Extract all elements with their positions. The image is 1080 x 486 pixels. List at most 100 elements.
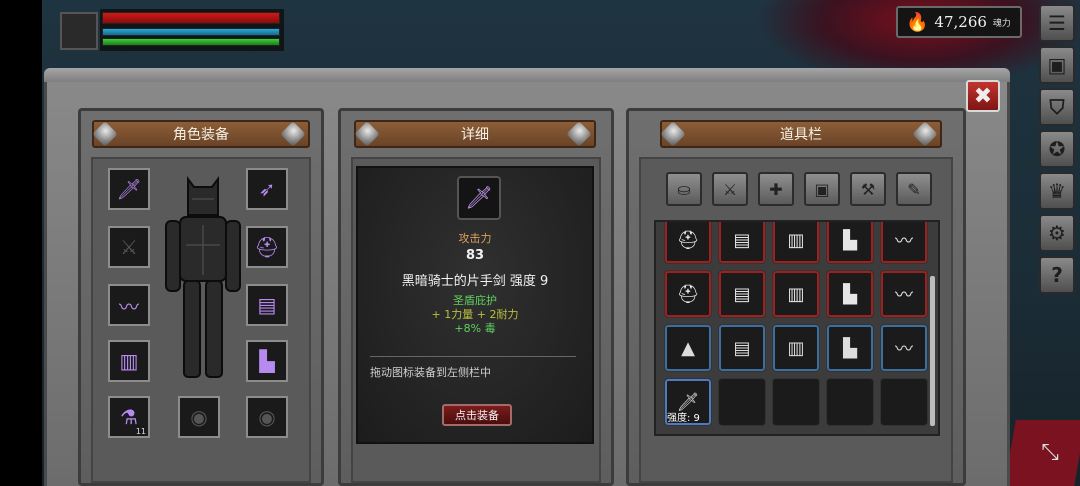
inventory-slot[interactable]: ▥ — [772, 324, 820, 372]
equipped-bow-slot[interactable]: ➶ — [246, 168, 288, 210]
filter-weapons-icon: ⚔ — [722, 179, 738, 199]
inventory-slot[interactable]: ▥ — [772, 222, 820, 264]
helmet-icon: ⛉ — [1049, 95, 1065, 119]
inventory-item-icon: ▙ — [843, 283, 857, 305]
souls-counter: 🔥 47,266 魂力 — [896, 6, 1022, 38]
inventory-item-icon: 〰 — [895, 339, 913, 360]
flame-icon: 🔥 — [906, 11, 929, 33]
inventory-item-icon: ▙ — [843, 229, 857, 251]
bracer-icon: 〰 — [119, 294, 139, 319]
item-name: 黑暗骑士的片手剑 强度 9 — [401, 274, 549, 289]
emblem-button[interactable]: ✪ — [1039, 130, 1075, 168]
leggings-icon: ▥ — [119, 349, 139, 373]
item-detail-card: 🗡 攻击力 83 黑暗骑士的片手剑 强度 9 圣盾庇护 + 1力量 + 2耐力 … — [356, 166, 594, 444]
equipped-sword-slot[interactable]: 🗡 — [108, 168, 150, 210]
inventory-item-icon: ▙ — [843, 337, 857, 359]
inventory-window-top-rail — [44, 68, 1010, 82]
settings-gear-button[interactable]: ⚙ — [1039, 214, 1075, 252]
filter-chest-icon: ▣ — [814, 179, 830, 199]
inventory-item-icon: 〰 — [895, 231, 913, 252]
character-figure — [162, 175, 244, 385]
helmet-button[interactable]: ⛉ — [1039, 88, 1075, 126]
mana-bar — [102, 28, 280, 36]
equipped-bracer-slot[interactable]: 〰 — [108, 284, 150, 326]
inventory-slot[interactable]: ▤ — [718, 270, 766, 318]
inventory-item-icon: ⛑ — [676, 229, 700, 251]
potion-icon: ⚗ — [120, 405, 138, 429]
filter-tools-button[interactable]: ⚒ — [850, 172, 886, 206]
detail-divider — [370, 356, 576, 357]
inventory-slot[interactable]: 〰 — [880, 222, 928, 264]
equipped-helmet-slot[interactable]: ⛑ — [246, 226, 288, 268]
close-button[interactable]: ✖ — [966, 80, 1000, 112]
filter-weapons-button[interactable]: ⚔ — [712, 172, 748, 206]
inventory-slot[interactable]: ▥ — [772, 270, 820, 318]
inventory-slot[interactable]: ▲ — [664, 324, 712, 372]
inventory-slot[interactable] — [880, 378, 928, 426]
sword-icon: 🗡 — [116, 177, 142, 201]
equipped-ring-slot-2[interactable]: ◉ — [246, 396, 288, 438]
filter-all-basket-icon: ⛀ — [677, 179, 691, 199]
close-icon: ✖ — [973, 83, 993, 109]
inventory-item-icon: 〰 — [895, 285, 913, 306]
inventory-slot[interactable]: 🗡 强度: 9 — [664, 378, 712, 426]
filter-armor-button[interactable]: ✚ — [758, 172, 794, 206]
equipped-boots-slot[interactable]: ▙ — [246, 340, 288, 382]
attack-value: 83 — [465, 248, 485, 263]
inventory-slot[interactable]: ⛑ — [664, 270, 712, 318]
crown-button[interactable]: ♛ — [1039, 172, 1075, 210]
player-portrait[interactable] — [60, 12, 98, 50]
inventory-slot[interactable]: ▤ — [718, 222, 766, 264]
inventory-item-icon: ▥ — [787, 337, 805, 359]
sword-icon: 🗡 — [465, 185, 493, 211]
equipped-ring-slot-1[interactable]: ◉ — [178, 396, 220, 438]
inventory-slot[interactable]: ▙ — [826, 270, 874, 318]
dagger-icon: ⚔ — [120, 235, 138, 259]
filter-misc-button[interactable]: ✎ — [896, 172, 932, 206]
souls-unit: 魂力 — [992, 18, 1011, 29]
inventory-slot[interactable]: ▙ — [826, 222, 874, 264]
inventory-item-icon: ▤ — [733, 283, 751, 305]
stack-count: 11 — [135, 427, 146, 436]
inventory-slot[interactable] — [826, 378, 874, 426]
drag-hint-text: 拖动图标装备到左侧栏中 — [370, 366, 491, 379]
inventory-item-icon: ⛑ — [676, 283, 700, 305]
selected-item-icon: 🗡 — [457, 176, 501, 220]
inventory-scrollbar[interactable] — [930, 276, 935, 426]
menu-list-button[interactable]: ☰ — [1039, 4, 1075, 42]
inventory-slot[interactable]: ▤ — [718, 324, 766, 372]
chest-icon: ▤ — [257, 293, 277, 317]
inventory-slot[interactable]: ▙ — [826, 324, 874, 372]
equip-button[interactable]: 点击装备 — [442, 404, 512, 426]
inventory-slot[interactable] — [772, 378, 820, 426]
resize-corner-icon[interactable]: ⤡ — [1032, 434, 1068, 470]
inventory-title-text: 道具栏 — [780, 127, 822, 143]
inventory-slot[interactable]: 〰 — [880, 324, 928, 372]
inventory-item-icon: ▥ — [787, 229, 805, 251]
filter-all-basket-button[interactable]: ⛀ — [666, 172, 702, 206]
item-strength-label: 强度: 9 — [667, 413, 700, 424]
ring-icon: ◉ — [190, 405, 208, 429]
backpack-icon: ▣ — [1047, 53, 1067, 77]
filter-chest-button[interactable]: ▣ — [804, 172, 840, 206]
help-button[interactable]: ? — [1039, 256, 1075, 294]
inventory-grid[interactable]: ⛑ ▤ ▥ ▙ 〰 ⛑ ▤ ▥ ▙ 〰 ▲ ▤ ▥ ▙ 〰 🗡 强度: 9 — [654, 220, 940, 436]
equipped-potion-slot[interactable]: ⚗ 11 — [108, 396, 150, 438]
inventory-item-icon: ▲ — [681, 337, 695, 359]
equipped-dagger-slot[interactable]: ⚔ — [108, 226, 150, 268]
equipment-panel-title: 角色装备 — [92, 120, 310, 148]
equipped-chest-slot[interactable]: ▤ — [246, 284, 288, 326]
equipment-title-text: 角色装备 — [173, 127, 229, 143]
backpack-button[interactable]: ▣ — [1039, 46, 1075, 84]
boots-icon: ▙ — [259, 349, 275, 373]
help-icon: ? — [1051, 263, 1063, 287]
inventory-slot[interactable] — [718, 378, 766, 426]
letterbox-left — [0, 0, 42, 486]
equipped-leggings-slot[interactable]: ▥ — [108, 340, 150, 382]
menu-list-icon: ☰ — [1048, 11, 1066, 35]
inventory-item-icon: ▥ — [787, 283, 805, 305]
inventory-slot[interactable]: ⛑ — [664, 222, 712, 264]
filter-tools-icon: ⚒ — [860, 179, 876, 199]
settings-gear-icon: ⚙ — [1048, 221, 1066, 245]
inventory-slot[interactable]: 〰 — [880, 270, 928, 318]
